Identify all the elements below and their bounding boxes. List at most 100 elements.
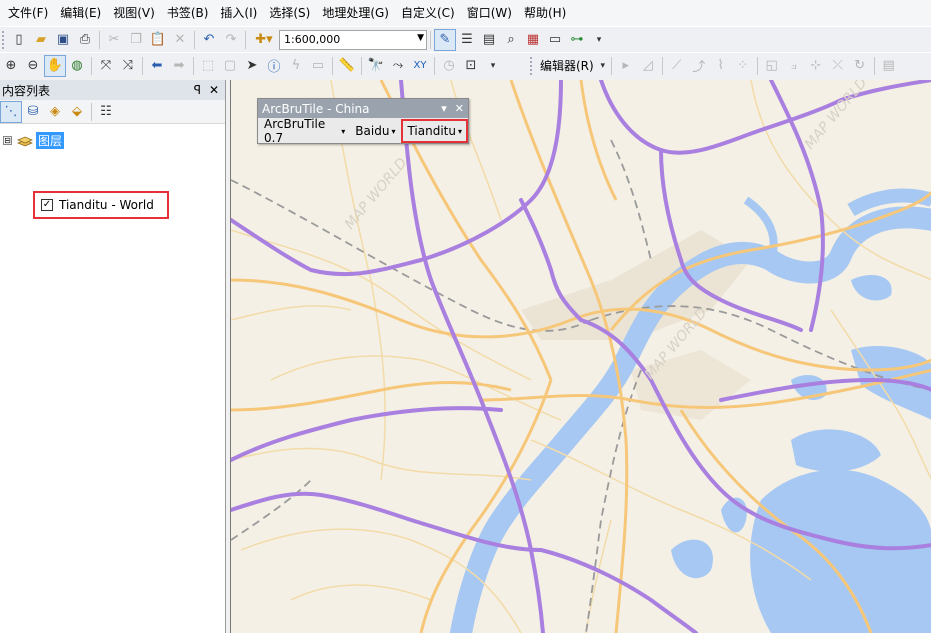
chevron-down-icon[interactable]: ▾	[441, 102, 447, 115]
end-point-arc-icon[interactable]: ⤴	[688, 55, 710, 77]
editor-menu[interactable]: 编辑器(R)	[536, 57, 598, 74]
straight-segment-icon[interactable]: ⟋	[666, 55, 688, 77]
copy-icon[interactable]: ❐	[125, 29, 147, 51]
list-by-selection-icon[interactable]: ⬙	[66, 101, 88, 123]
python-window-icon[interactable]: ▭	[544, 29, 566, 51]
menu-selection[interactable]: 选择(S)	[263, 2, 316, 24]
forward-arrow-icon[interactable]: ➡	[168, 55, 190, 77]
fixed-zoom-out-icon[interactable]: ⤨	[117, 55, 139, 77]
create-viewer-window-icon[interactable]: ⊡	[460, 55, 482, 77]
list-by-visibility-icon[interactable]: ◈	[44, 101, 66, 123]
menu-window[interactable]: 窗口(W)	[461, 2, 518, 24]
back-arrow-icon[interactable]: ⬅	[146, 55, 168, 77]
model-builder-icon[interactable]: ⊶	[566, 29, 588, 51]
redo-icon[interactable]: ↷	[220, 29, 242, 51]
menu-geoprocessing[interactable]: 地理处理(G)	[316, 2, 395, 24]
scale-input[interactable]: 1:600,000 ▼	[279, 29, 427, 50]
trace-icon[interactable]: ⌇	[710, 55, 732, 77]
measure-icon[interactable]: 📏	[336, 55, 358, 77]
close-icon[interactable]: ✕	[455, 102, 464, 115]
catalog-icon[interactable]: ▤	[478, 29, 500, 51]
reshape-icon[interactable]: ⟓	[783, 55, 805, 77]
tools-toolbar: ⊕ ⊖ ✋ ◍ ⤧ ⤨ ⬅ ➡ ⬚ ▢ ➤ ⓘ ϟ ▭ 📏 🔭 ⤳ XY ◷ ⊡…	[0, 52, 931, 78]
select-features-icon[interactable]: ⬚	[197, 55, 219, 77]
arcbrutile-titlebar[interactable]: ArcBruTile - China ▾ ✕	[258, 99, 468, 118]
toolbar-grip[interactable]	[530, 56, 534, 75]
menu-bookmarks[interactable]: 书签(B)	[161, 2, 215, 24]
options-icon[interactable]: ☷	[95, 101, 117, 123]
delete-icon[interactable]: ✕	[169, 29, 191, 51]
tianditu-menu[interactable]: Tianditu ▾	[401, 119, 468, 143]
standard-toolbar: ▯ ▰ ▣ ⎙ ✂ ❐ 📋 ✕ ↶ ↷ ✚▾ 1:600,000 ▼ ✎ ☰ ▤ …	[0, 26, 931, 52]
html-popup-icon[interactable]: ▭	[307, 55, 329, 77]
menu-view[interactable]: 视图(V)	[107, 2, 161, 24]
menu-file[interactable]: 文件(F)	[2, 2, 54, 24]
add-data-icon[interactable]: ✚▾	[249, 29, 279, 51]
separator	[99, 30, 100, 49]
find-route-icon[interactable]: ⤳	[387, 55, 409, 77]
tianditu-menu-label: Tianditu	[407, 124, 456, 138]
clear-selection-icon[interactable]: ▢	[219, 55, 241, 77]
baidu-menu-label: Baidu	[355, 124, 390, 138]
map-canvas: MAP WORLD MAP WORLD MAP WORLD	[231, 80, 931, 633]
layers-group[interactable]: ⊟ 图层	[3, 132, 65, 149]
paste-icon[interactable]: 📋	[147, 29, 169, 51]
attributes-icon[interactable]: ▤	[878, 55, 900, 77]
cut-icon[interactable]: ✂	[103, 29, 125, 51]
list-by-source-icon[interactable]: ⛁	[22, 101, 44, 123]
open-folder-icon[interactable]: ▰	[30, 29, 52, 51]
pan-hand-icon[interactable]: ✋	[44, 54, 66, 77]
identify-icon[interactable]: ⓘ	[263, 55, 285, 77]
select-elements-icon[interactable]: ➤	[241, 55, 263, 77]
editor-toolbar-icon[interactable]: ✎	[434, 28, 456, 51]
arctoolbox-icon[interactable]: ▦	[522, 29, 544, 51]
separator	[91, 56, 92, 75]
search-window-icon[interactable]: ⌕	[500, 29, 522, 51]
print-icon[interactable]: ⎙	[74, 29, 96, 51]
layer-visibility-checkbox[interactable]: ✓	[41, 199, 53, 211]
rotate-icon[interactable]: ↻	[849, 55, 871, 77]
toolbar-grip[interactable]	[2, 30, 6, 49]
toolbar-options-icon[interactable]: ▾	[588, 29, 610, 51]
save-icon[interactable]: ▣	[52, 29, 74, 51]
menu-help[interactable]: 帮助(H)	[518, 2, 572, 24]
cut-polygon-icon[interactable]: ⊹	[805, 55, 827, 77]
zoom-out-icon[interactable]: ⊖	[22, 55, 44, 77]
edit-tool-icon[interactable]: ▸	[615, 55, 637, 77]
close-icon[interactable]: ✕	[209, 83, 219, 97]
chevron-down-icon: ▾	[457, 126, 462, 136]
layers-group-label[interactable]: 图层	[36, 132, 65, 149]
collapse-icon[interactable]: ⊟	[3, 136, 12, 145]
scale-value: 1:600,000	[284, 33, 341, 46]
fixed-zoom-in-icon[interactable]: ⤧	[95, 55, 117, 77]
separator	[361, 56, 362, 75]
layer-tianditu-world[interactable]: ✓ Tianditu - World	[33, 191, 169, 219]
split-icon[interactable]: ⤫	[827, 55, 849, 77]
time-slider-icon[interactable]: ◷	[438, 55, 460, 77]
table-of-contents-icon[interactable]: ☰	[456, 29, 478, 51]
zoom-in-icon[interactable]: ⊕	[0, 55, 22, 77]
arcbrutile-version-menu[interactable]: ArcBruTile 0.7 ▾	[262, 117, 347, 145]
chevron-down-icon[interactable]: ▼	[417, 33, 424, 43]
go-to-xy-icon[interactable]: XY	[409, 55, 431, 77]
map-view[interactable]: MAP WORLD MAP WORLD MAP WORLD	[230, 80, 931, 633]
chevron-down-icon[interactable]: ▾	[598, 55, 608, 77]
arcbrutile-title: ArcBruTile - China	[262, 101, 370, 116]
point-icon[interactable]: ⁘	[732, 55, 754, 77]
new-document-icon[interactable]: ▯	[8, 29, 30, 51]
menu-edit[interactable]: 编辑(E)	[54, 2, 107, 24]
hyperlink-icon[interactable]: ϟ	[285, 55, 307, 77]
edit-vertices-icon[interactable]: ◱	[761, 55, 783, 77]
full-extent-icon[interactable]: ◍	[66, 55, 88, 77]
toolbar-options-icon[interactable]: ▾	[482, 55, 504, 77]
find-binoculars-icon[interactable]: 🔭	[365, 55, 387, 77]
menu-insert[interactable]: 插入(I)	[214, 2, 263, 24]
edit-annotation-icon[interactable]: ◿	[637, 55, 659, 77]
undo-icon[interactable]: ↶	[198, 29, 220, 51]
menu-customize[interactable]: 自定义(C)	[395, 2, 461, 24]
pin-icon[interactable]: ꟼ	[194, 83, 201, 97]
list-by-drawing-order-icon[interactable]: ⋱	[0, 100, 22, 123]
arcbrutile-toolbar[interactable]: ArcBruTile - China ▾ ✕ ArcBruTile 0.7 ▾ …	[257, 98, 469, 145]
baidu-menu[interactable]: Baidu ▾	[353, 124, 397, 138]
layer-label[interactable]: Tianditu - World	[59, 198, 154, 212]
